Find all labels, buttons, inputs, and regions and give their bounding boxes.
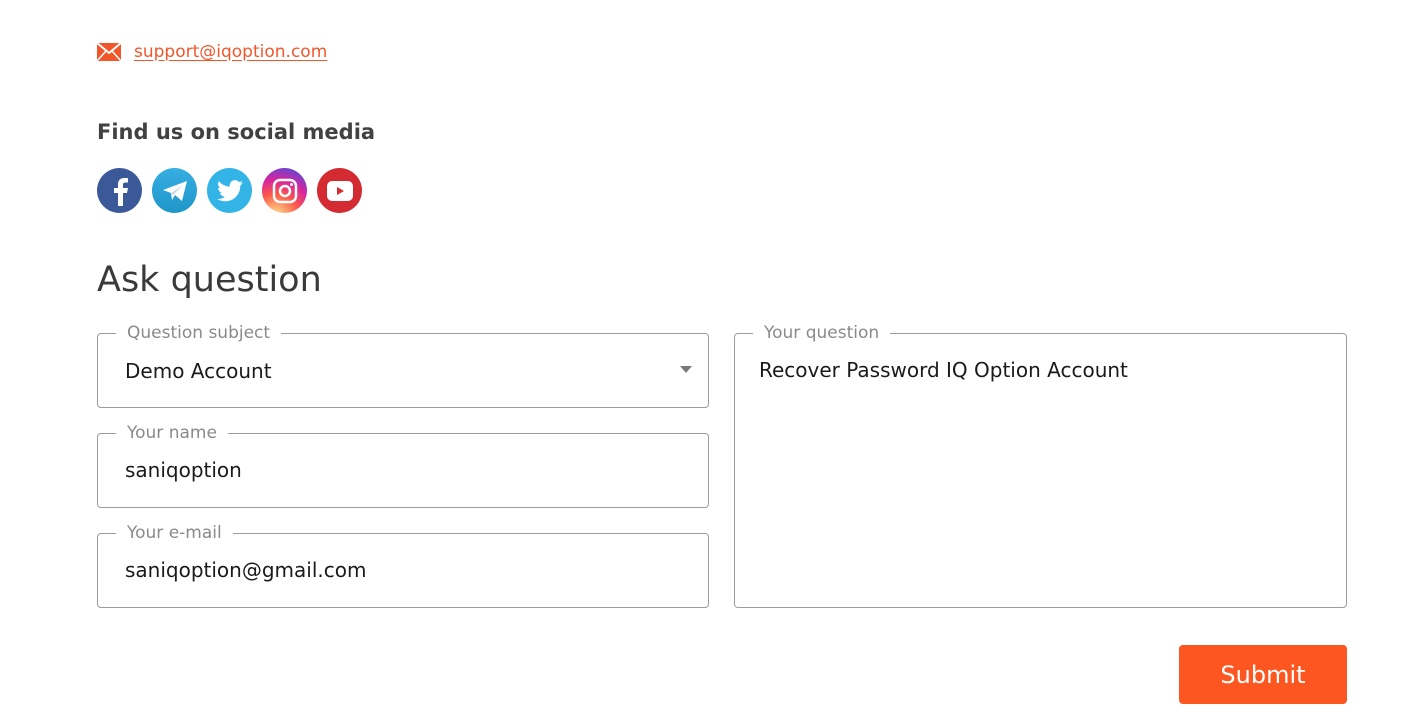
- support-email-row: support@iqoption.com: [96, 42, 327, 62]
- question-subject-select[interactable]: Question subject Demo Account: [97, 323, 709, 408]
- twitter-icon: [216, 179, 243, 201]
- your-question-textarea[interactable]: Recover Password IQ Option Account: [759, 358, 1319, 588]
- youtube-icon: [326, 180, 353, 201]
- facebook-link[interactable]: [97, 168, 142, 213]
- social-media-heading: Find us on social media: [97, 120, 376, 144]
- your-question-label: Your question: [753, 323, 891, 343]
- submit-button[interactable]: Submit: [1179, 645, 1347, 704]
- telegram-icon: [162, 180, 187, 201]
- facebook-icon: [113, 177, 128, 206]
- youtube-link[interactable]: [317, 168, 362, 213]
- your-email-field: Your e-mail: [97, 523, 709, 608]
- ask-question-heading: Ask question: [97, 260, 322, 300]
- instagram-link[interactable]: [262, 168, 307, 213]
- question-subject-value: Demo Account: [125, 359, 272, 383]
- support-email-link[interactable]: support@iqoption.com: [134, 42, 327, 62]
- telegram-link[interactable]: [152, 168, 197, 213]
- your-name-input[interactable]: [125, 458, 644, 482]
- twitter-link[interactable]: [207, 168, 252, 213]
- your-name-field: Your name: [97, 423, 709, 508]
- mail-icon: [96, 42, 122, 62]
- your-email-input[interactable]: [125, 558, 644, 582]
- chevron-down-icon[interactable]: [680, 366, 692, 373]
- your-question-field: Your question Recover Password IQ Option…: [734, 323, 1347, 608]
- social-links: [97, 168, 362, 213]
- question-subject-label: Question subject: [116, 323, 282, 343]
- your-name-label: Your name: [116, 423, 228, 443]
- your-email-label: Your e-mail: [116, 523, 233, 543]
- instagram-icon: [272, 178, 297, 203]
